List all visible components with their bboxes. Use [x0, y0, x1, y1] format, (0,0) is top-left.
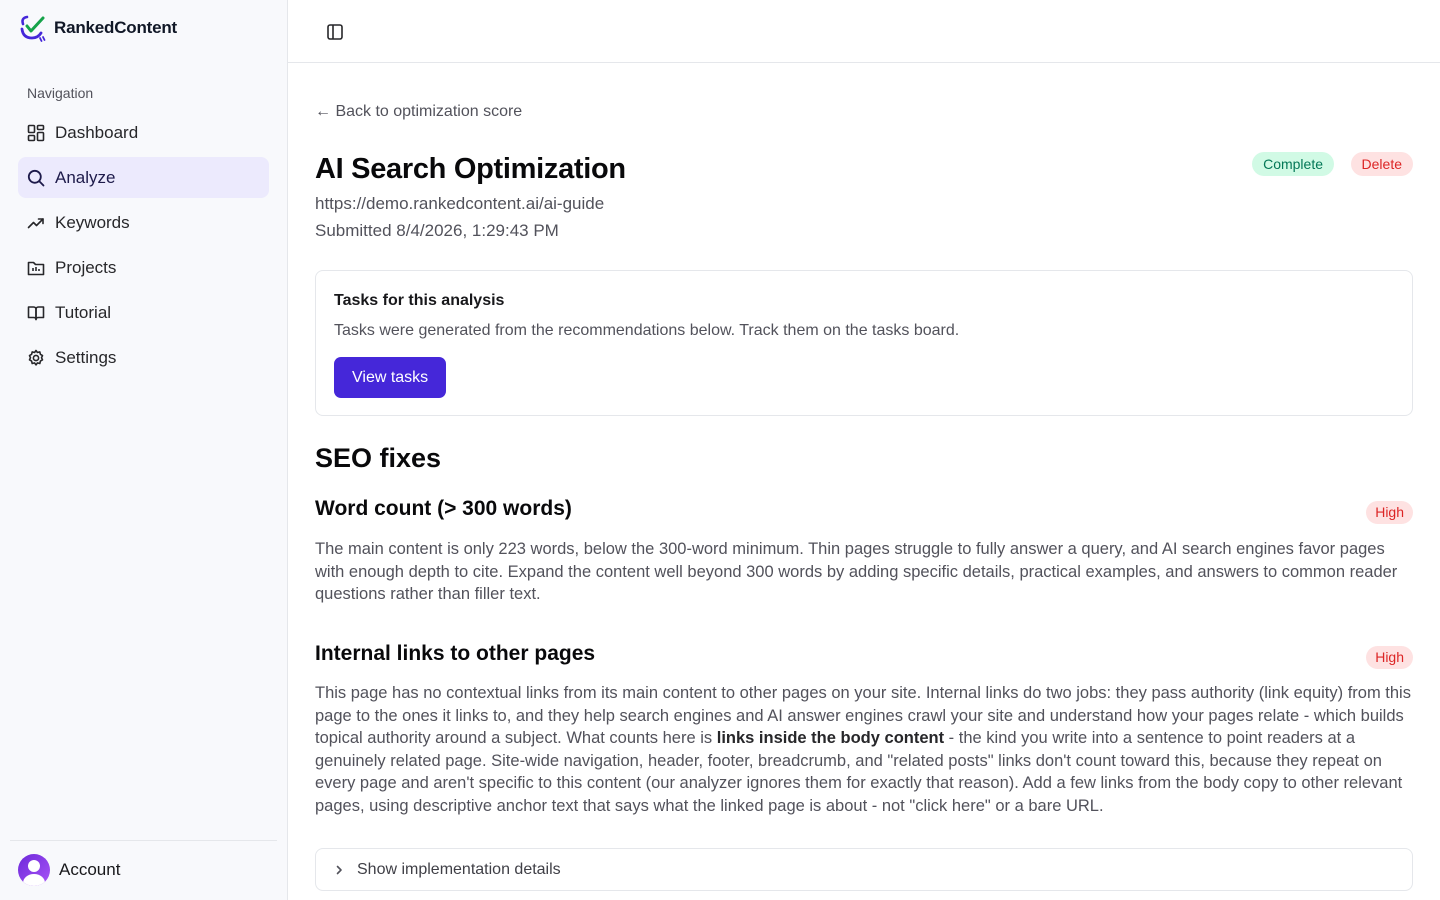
tasks-card: Tasks for this analysis Tasks were gener…	[315, 270, 1413, 416]
book-icon	[27, 305, 45, 320]
seo-fixes-heading: SEO fixes	[315, 443, 442, 473]
page-url: https://demo.rankedcontent.ai/ai-guide	[315, 194, 605, 213]
priority-badge: High	[1366, 646, 1413, 669]
trending-up-icon	[27, 217, 44, 228]
sidebar-item-analyze[interactable]: Analyze	[18, 157, 269, 198]
fix-title-internal-links: Internal links to other pages	[315, 642, 596, 665]
sidebar-item-projects[interactable]: Projects	[18, 247, 269, 288]
nav-heading: Navigation	[27, 85, 94, 101]
sidebar-item-label: Keywords	[55, 212, 130, 232]
brand[interactable]: RankedContent	[18, 14, 177, 42]
page-title: AI Search Optimization	[315, 153, 626, 185]
sidebar-item-dashboard[interactable]: Dashboard	[18, 112, 269, 153]
tasks-card-title: Tasks for this analysis	[334, 292, 505, 309]
implementation-details-label: Show implementation details	[357, 860, 561, 878]
brand-name: RankedContent	[54, 18, 178, 37]
account-menu[interactable]: Account	[18, 854, 120, 886]
sidebar-item-keywords[interactable]: Keywords	[18, 202, 269, 243]
folder-icon	[27, 261, 45, 275]
sidebar-item-label: Dashboard	[55, 122, 139, 142]
status-badge: Complete	[1252, 152, 1334, 176]
account-label: Account	[59, 860, 121, 879]
topbar	[288, 0, 1440, 63]
sidebar-item-tutorial[interactable]: Tutorial	[18, 292, 269, 333]
search-icon	[27, 169, 45, 186]
sidebar-nav: Dashboard Analyze Keywords Projects Tuto…	[18, 112, 269, 382]
sidebar-item-label: Settings	[55, 347, 117, 367]
fix-title-word-count: Word count (> 300 words)	[315, 497, 572, 520]
sidebar: RankedContent Navigation Dashboard Analy…	[0, 0, 288, 900]
back-link[interactable]: ← Back to optimization score	[315, 103, 522, 121]
sidebar-item-settings[interactable]: Settings	[18, 337, 269, 378]
gear-icon	[28, 349, 44, 366]
sidebar-item-label: Analyze	[55, 167, 116, 187]
dashboard-icon	[27, 124, 45, 141]
tasks-card-description: Tasks were generated from the recommenda…	[334, 322, 960, 339]
submitted-timestamp: Submitted 8/4/2026, 1:29:43 PM	[315, 221, 559, 240]
logo-icon	[20, 15, 46, 42]
fix-description-internal-links: This page has no contextual links from i…	[315, 682, 1413, 817]
priority-badge: High	[1366, 501, 1413, 524]
fix-description-word-count: The main content is only 223 words, belo…	[315, 540, 1398, 603]
sidebar-item-label: Tutorial	[55, 302, 112, 322]
delete-button[interactable]: Delete	[1350, 152, 1413, 176]
implementation-details-toggle[interactable]: Show implementation details	[315, 848, 1413, 891]
sidebar-item-label: Projects	[55, 257, 117, 277]
chevron-right-icon	[336, 865, 342, 874]
sidebar-toggle-icon[interactable]	[324, 21, 346, 43]
view-tasks-button[interactable]: View tasks	[334, 357, 447, 398]
sidebar-divider	[10, 840, 277, 841]
fix-description-emphasis: links inside the body content	[716, 729, 945, 747]
avatar	[18, 854, 50, 886]
